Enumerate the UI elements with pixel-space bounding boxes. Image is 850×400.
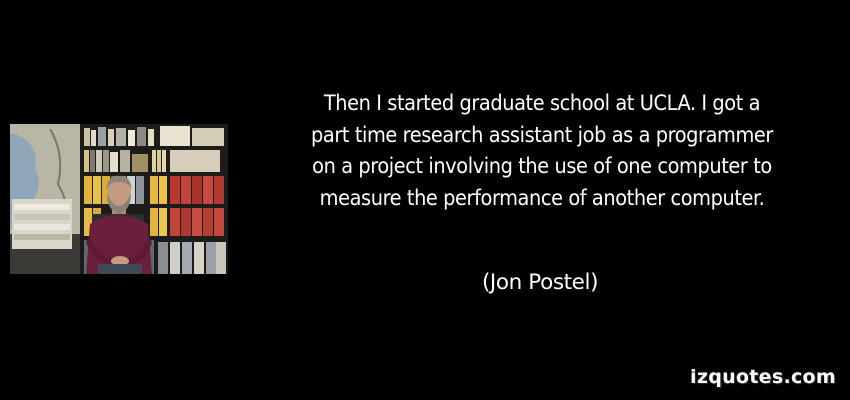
quote-line: Then I started graduate school at UCLA. … — [323, 91, 761, 116]
quote-author: (Jon Postel) — [481, 270, 599, 295]
quote-card: Then I started graduate school at UCLA. … — [0, 0, 850, 400]
quote-line: measure the performance of another compu… — [319, 185, 765, 211]
portrait-photo — [10, 124, 228, 274]
quote-line: part time research assistant job as a pr… — [311, 122, 773, 148]
quote-text: Then I started graduate school at UCLA. … — [236, 88, 848, 214]
site-watermark: izquotes.com — [690, 366, 836, 388]
quote-line: on a project involving the use of one co… — [312, 154, 772, 179]
